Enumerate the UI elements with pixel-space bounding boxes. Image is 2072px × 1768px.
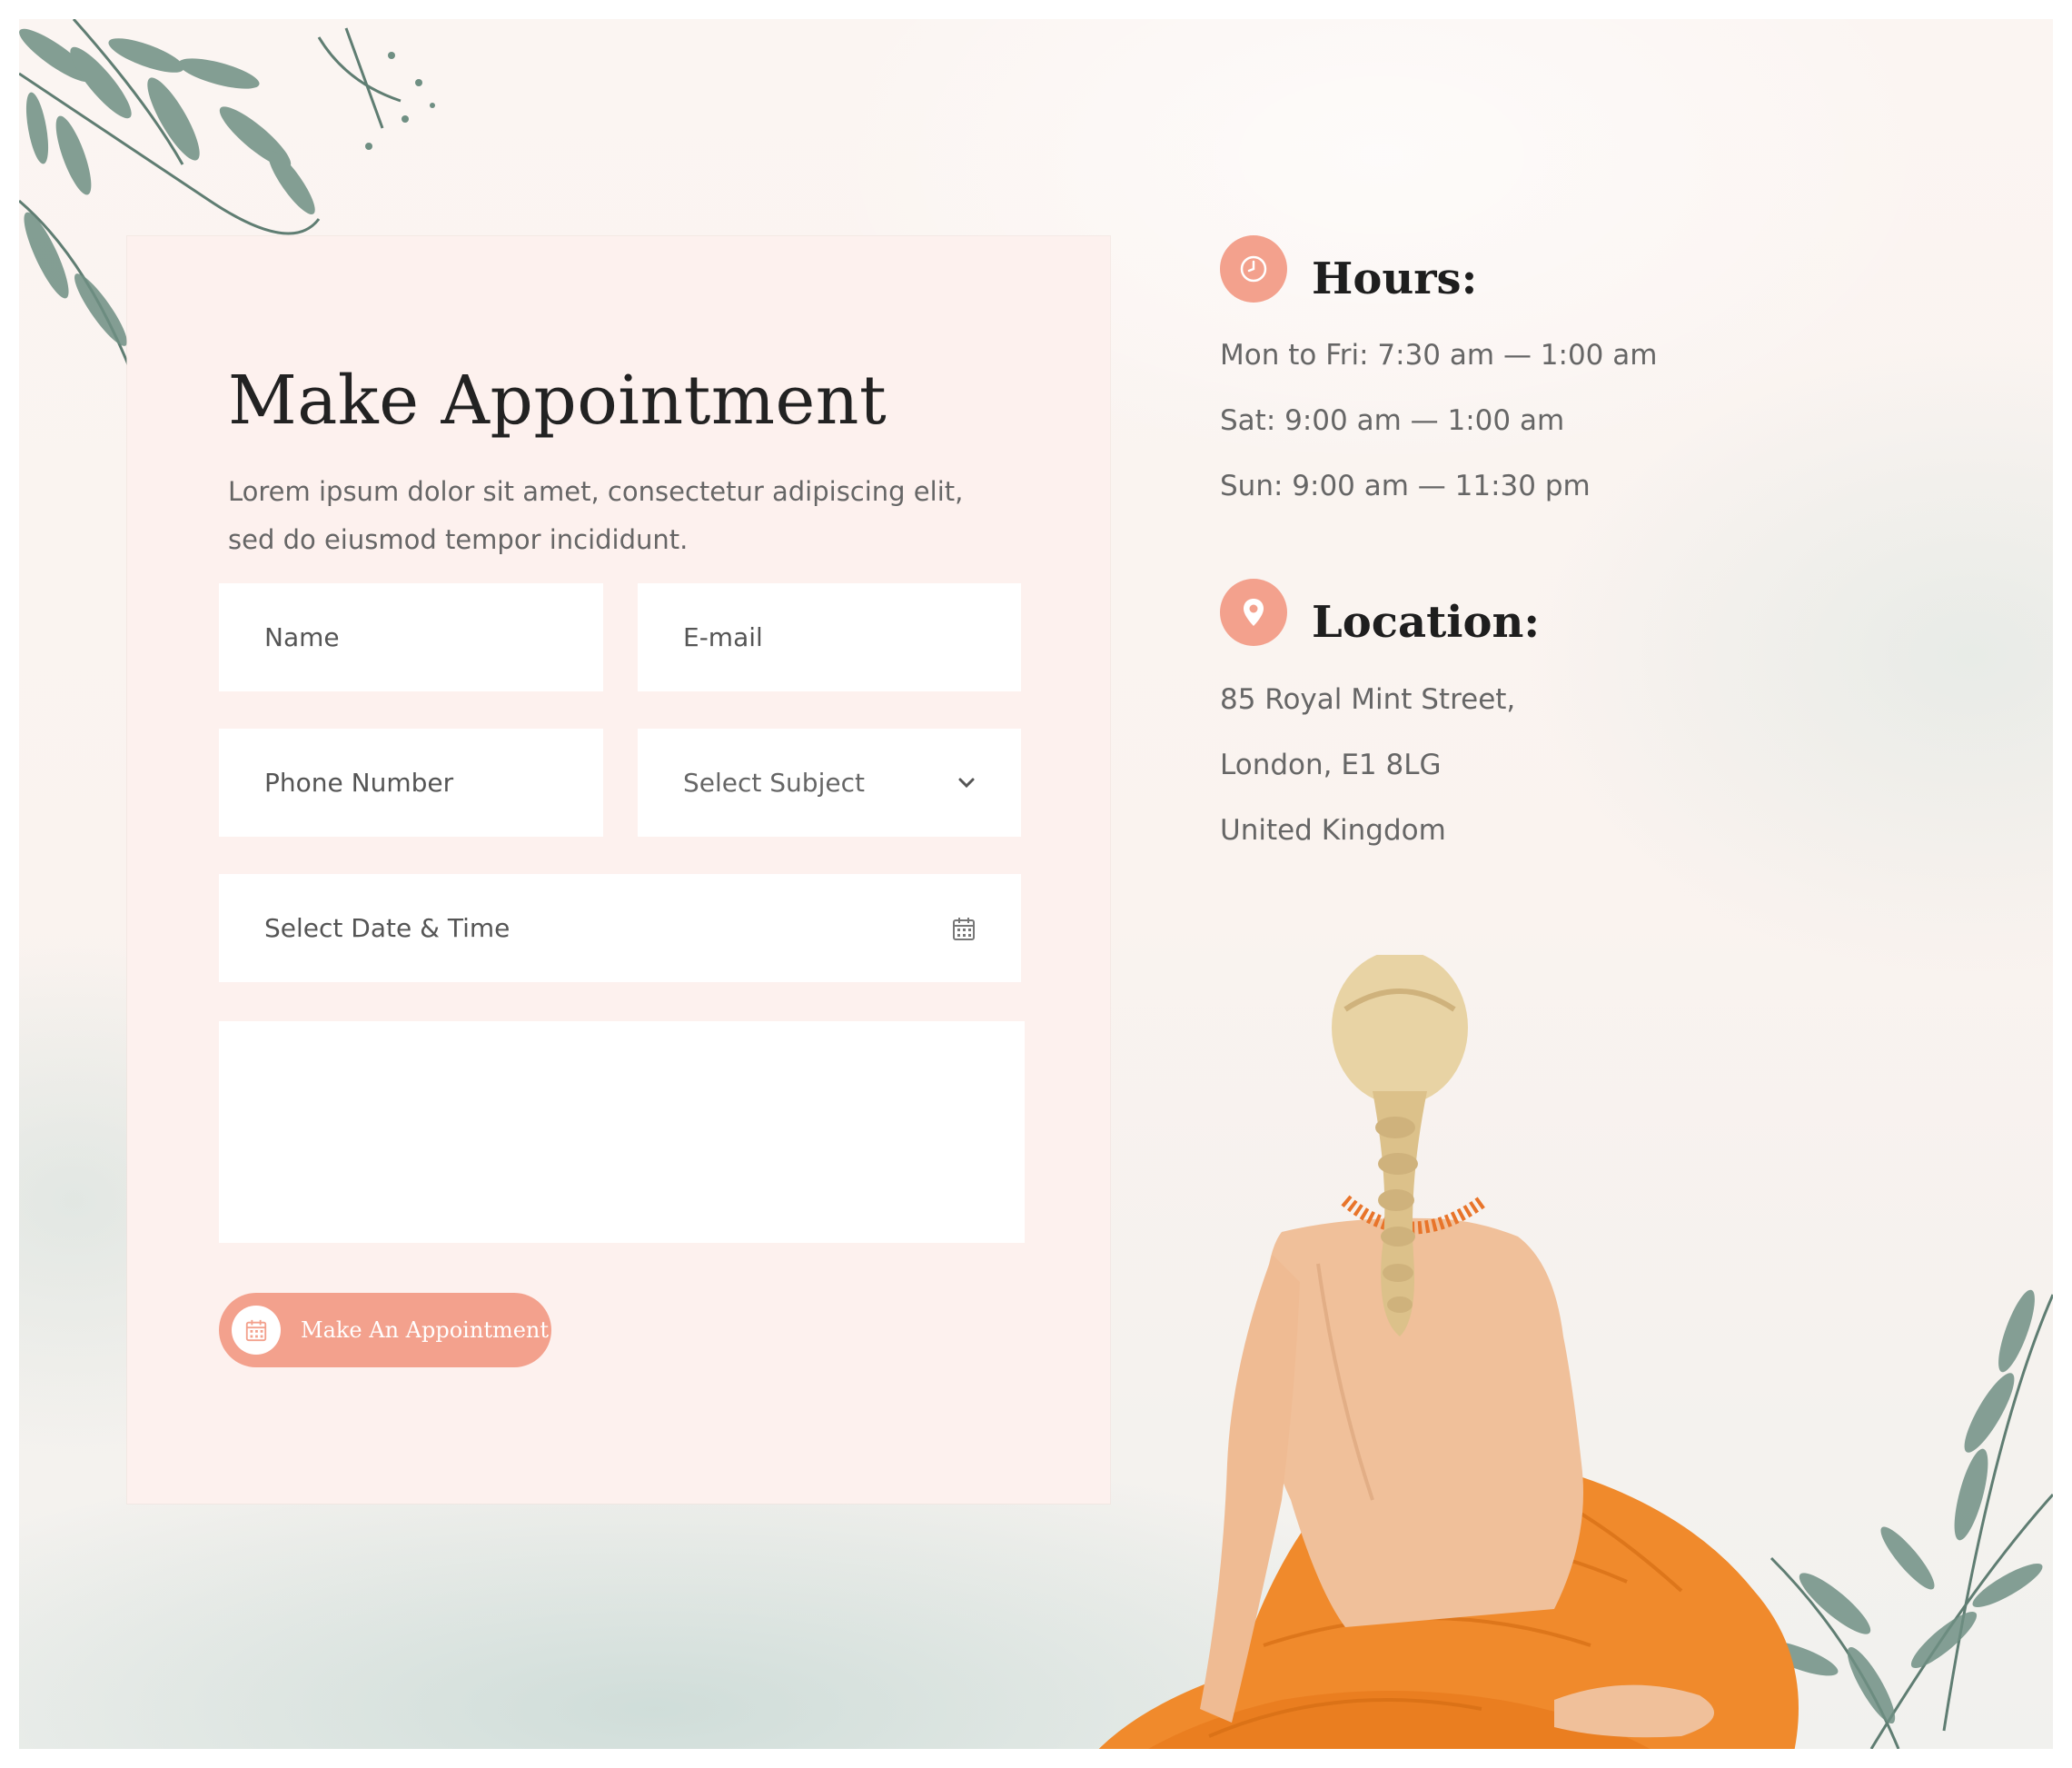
calendar-icon[interactable] xyxy=(952,916,976,941)
make-appointment-label: Make An Appointment xyxy=(301,1317,550,1343)
hours-line: Mon to Fri: 7:30 am — 1:00 am xyxy=(1220,339,1658,372)
address-line: London, E1 8LG xyxy=(1220,749,1442,781)
spa-woman-image xyxy=(1098,955,1799,1749)
form-title: Make Appointment xyxy=(228,362,887,440)
address-line: United Kingdom xyxy=(1220,814,1446,847)
subject-select-value: Select Subject xyxy=(683,768,865,798)
hours-line: Sun: 9:00 am — 11:30 pm xyxy=(1220,470,1591,502)
calendar-icon xyxy=(232,1306,281,1355)
hours-heading: Hours: xyxy=(1312,253,1478,304)
phone-input[interactable] xyxy=(219,729,603,837)
map-pin-icon xyxy=(1220,579,1287,646)
appointment-section: Make Appointment Lorem ipsum dolor sit a… xyxy=(19,19,2053,1749)
email-input[interactable] xyxy=(638,583,1021,691)
location-heading: Location: xyxy=(1312,597,1541,648)
address-line: 85 Royal Mint Street, xyxy=(1220,683,1516,716)
message-textarea[interactable] xyxy=(219,1021,1025,1243)
datetime-placeholder: Select Date & Time xyxy=(264,913,511,943)
subject-select[interactable]: Select Subject xyxy=(638,729,1021,837)
make-appointment-button[interactable]: Make An Appointment xyxy=(219,1293,551,1367)
clock-icon xyxy=(1220,235,1287,303)
hours-line: Sat: 9:00 am — 1:00 am xyxy=(1220,404,1565,437)
name-input[interactable] xyxy=(219,583,603,691)
chevron-down-icon xyxy=(958,778,975,788)
form-intro-text: Lorem ipsum dolor sit amet, consectetur … xyxy=(228,476,964,555)
datetime-picker-input[interactable]: Select Date & Time xyxy=(219,874,1021,982)
